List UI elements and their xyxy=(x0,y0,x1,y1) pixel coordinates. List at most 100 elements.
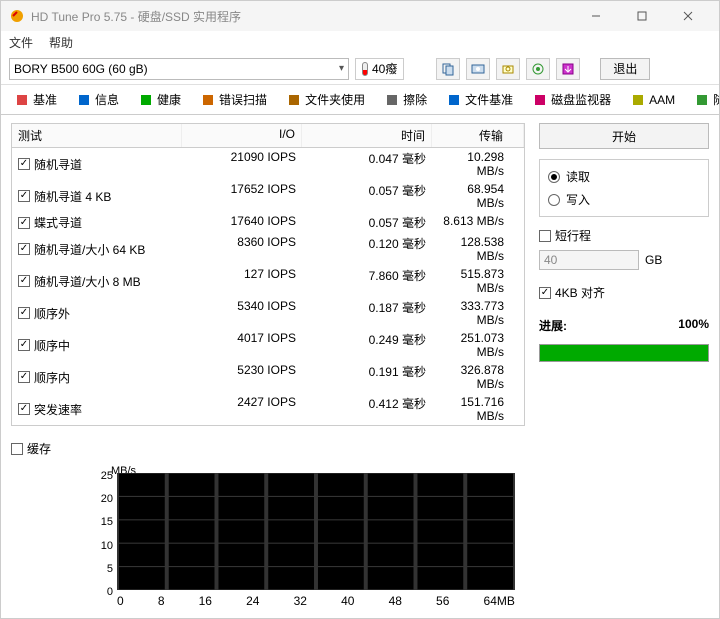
radio-write-input[interactable] xyxy=(548,194,560,206)
row-time: 0.057 毫秒 xyxy=(302,212,432,233)
row-checkbox[interactable] xyxy=(18,307,30,319)
tab-1[interactable]: 信息 xyxy=(69,87,127,112)
row-io: 2427 IOPS xyxy=(182,393,302,425)
xtick: 16 xyxy=(199,594,212,608)
table-row[interactable]: 蝶式寻道17640 IOPS0.057 毫秒8.613 MB/s xyxy=(12,212,524,233)
xtick: 64MB xyxy=(484,594,515,608)
xtick: 8 xyxy=(158,594,165,608)
table-row[interactable]: 随机寻道/大小 8 MB127 IOPS7.860 毫秒515.873 MB/s xyxy=(12,265,524,297)
tabbar: 基准信息健康错误扫描文件夹使用擦除文件基准磁盘监视器AAM随机访问额外测试 xyxy=(1,85,719,115)
tab-6[interactable]: 文件基准 xyxy=(439,87,521,112)
menu-help[interactable]: 帮助 xyxy=(49,34,73,51)
radio-read[interactable]: 读取 xyxy=(548,168,700,185)
row-io: 21090 IOPS xyxy=(182,148,302,180)
row-time: 0.412 毫秒 xyxy=(302,393,432,425)
table-row[interactable]: 随机寻道 4 KB17652 IOPS0.057 毫秒68.954 MB/s xyxy=(12,180,524,212)
table-row[interactable]: 顺序中4017 IOPS0.249 毫秒251.073 MB/s xyxy=(12,329,524,361)
table-row[interactable]: 顺序内5230 IOPS0.191 毫秒326.878 MB/s xyxy=(12,361,524,393)
row-io: 17652 IOPS xyxy=(182,180,302,212)
tab-0[interactable]: 基准 xyxy=(7,87,65,112)
tab-icon-1 xyxy=(77,93,91,107)
chart-grid xyxy=(117,473,515,590)
row-checkbox[interactable] xyxy=(18,243,30,255)
thermometer-icon xyxy=(362,62,368,76)
row-checkbox[interactable] xyxy=(18,217,30,229)
cache-checkbox-row[interactable]: 缓存 xyxy=(11,440,525,457)
th-io[interactable]: I/O xyxy=(182,124,302,147)
exit-button[interactable]: 退出 xyxy=(600,58,650,80)
th-transfer[interactable]: 传输 xyxy=(432,124,524,147)
row-io: 8360 IOPS xyxy=(182,233,302,265)
row-transfer: 515.873 MB/s xyxy=(432,265,524,297)
ytick: 15 xyxy=(91,516,113,528)
xtick: 40 xyxy=(341,594,354,608)
th-time[interactable]: 时间 xyxy=(302,124,432,147)
radio-write[interactable]: 写入 xyxy=(548,191,700,208)
tab-icon-3 xyxy=(201,93,215,107)
menu-file[interactable]: 文件 xyxy=(9,34,33,51)
minimize-button[interactable] xyxy=(573,1,619,31)
row-io: 4017 IOPS xyxy=(182,329,302,361)
row-checkbox[interactable] xyxy=(18,158,30,170)
tab-7[interactable]: 磁盘监视器 xyxy=(525,87,619,112)
camera-button[interactable] xyxy=(496,58,520,80)
chart-xaxis: 0816243240485664MB xyxy=(117,594,515,608)
align-checkbox[interactable] xyxy=(539,287,551,299)
row-transfer: 8.613 MB/s xyxy=(432,212,524,233)
tab-icon-7 xyxy=(533,93,547,107)
table-row[interactable]: 随机寻道/大小 64 KB8360 IOPS0.120 毫秒128.538 MB… xyxy=(12,233,524,265)
short-stroke-checkbox[interactable] xyxy=(539,230,551,242)
row-checkbox[interactable] xyxy=(18,403,30,415)
row-checkbox[interactable] xyxy=(18,339,30,351)
row-checkbox[interactable] xyxy=(18,275,30,287)
drive-select-value: BORY B500 60G (60 gB) xyxy=(14,62,148,76)
short-stroke-input[interactable] xyxy=(539,250,639,270)
titlebar: HD Tune Pro 5.75 - 硬盘/SSD 实用程序 xyxy=(1,1,719,31)
short-stroke-checkbox-row[interactable]: 短行程 xyxy=(539,227,709,244)
table-row[interactable]: 突发速率2427 IOPS0.412 毫秒151.716 MB/s xyxy=(12,393,524,425)
tab-icon-4 xyxy=(287,93,301,107)
row-name: 随机寻道 xyxy=(34,156,82,173)
maximize-button[interactable] xyxy=(619,1,665,31)
row-checkbox[interactable] xyxy=(18,190,30,202)
tab-9[interactable]: 随机访问 xyxy=(687,87,719,112)
align-checkbox-row[interactable]: 4KB 对齐 xyxy=(539,284,709,301)
tab-icon-8 xyxy=(631,93,645,107)
tab-8[interactable]: AAM xyxy=(623,89,683,111)
ytick: 0 xyxy=(91,586,113,598)
row-time: 0.057 毫秒 xyxy=(302,180,432,212)
close-button[interactable] xyxy=(665,1,711,31)
drive-select[interactable]: BORY B500 60G (60 gB) ▾ xyxy=(9,58,349,80)
toolbar: BORY B500 60G (60 gB) ▾ 40癈 退出 xyxy=(1,53,719,85)
row-io: 5340 IOPS xyxy=(182,297,302,329)
cache-checkbox[interactable] xyxy=(11,443,23,455)
screenshot-button[interactable] xyxy=(466,58,490,80)
row-io: 17640 IOPS xyxy=(182,212,302,233)
row-checkbox[interactable] xyxy=(18,371,30,383)
tab-4[interactable]: 文件夹使用 xyxy=(279,87,373,112)
table-row[interactable]: 随机寻道21090 IOPS0.047 毫秒10.298 MB/s xyxy=(12,148,524,180)
start-button[interactable]: 开始 xyxy=(539,123,709,149)
xtick: 32 xyxy=(294,594,307,608)
table-body: 随机寻道21090 IOPS0.047 毫秒10.298 MB/s随机寻道 4 … xyxy=(11,148,525,426)
copy-button[interactable] xyxy=(436,58,460,80)
tab-icon-2 xyxy=(139,93,153,107)
row-time: 0.187 毫秒 xyxy=(302,297,432,329)
tab-3[interactable]: 错误扫描 xyxy=(193,87,275,112)
radio-read-input[interactable] xyxy=(548,171,560,183)
progress-bar xyxy=(539,344,709,362)
tab-2[interactable]: 健康 xyxy=(131,87,189,112)
tab-5[interactable]: 擦除 xyxy=(377,87,435,112)
row-name: 突发速率 xyxy=(34,401,82,418)
settings-button[interactable] xyxy=(526,58,550,80)
xtick: 0 xyxy=(117,594,124,608)
th-test[interactable]: 测试 xyxy=(12,124,182,147)
save-button[interactable] xyxy=(556,58,580,80)
progress-value: 100% xyxy=(678,317,709,334)
row-name: 顺序外 xyxy=(34,305,70,322)
short-stroke-group: 短行程 GB xyxy=(539,227,709,270)
table-row[interactable]: 顺序外5340 IOPS0.187 毫秒333.773 MB/s xyxy=(12,297,524,329)
tab-icon-5 xyxy=(385,93,399,107)
row-name: 随机寻道 4 KB xyxy=(34,188,111,205)
row-time: 7.860 毫秒 xyxy=(302,265,432,297)
